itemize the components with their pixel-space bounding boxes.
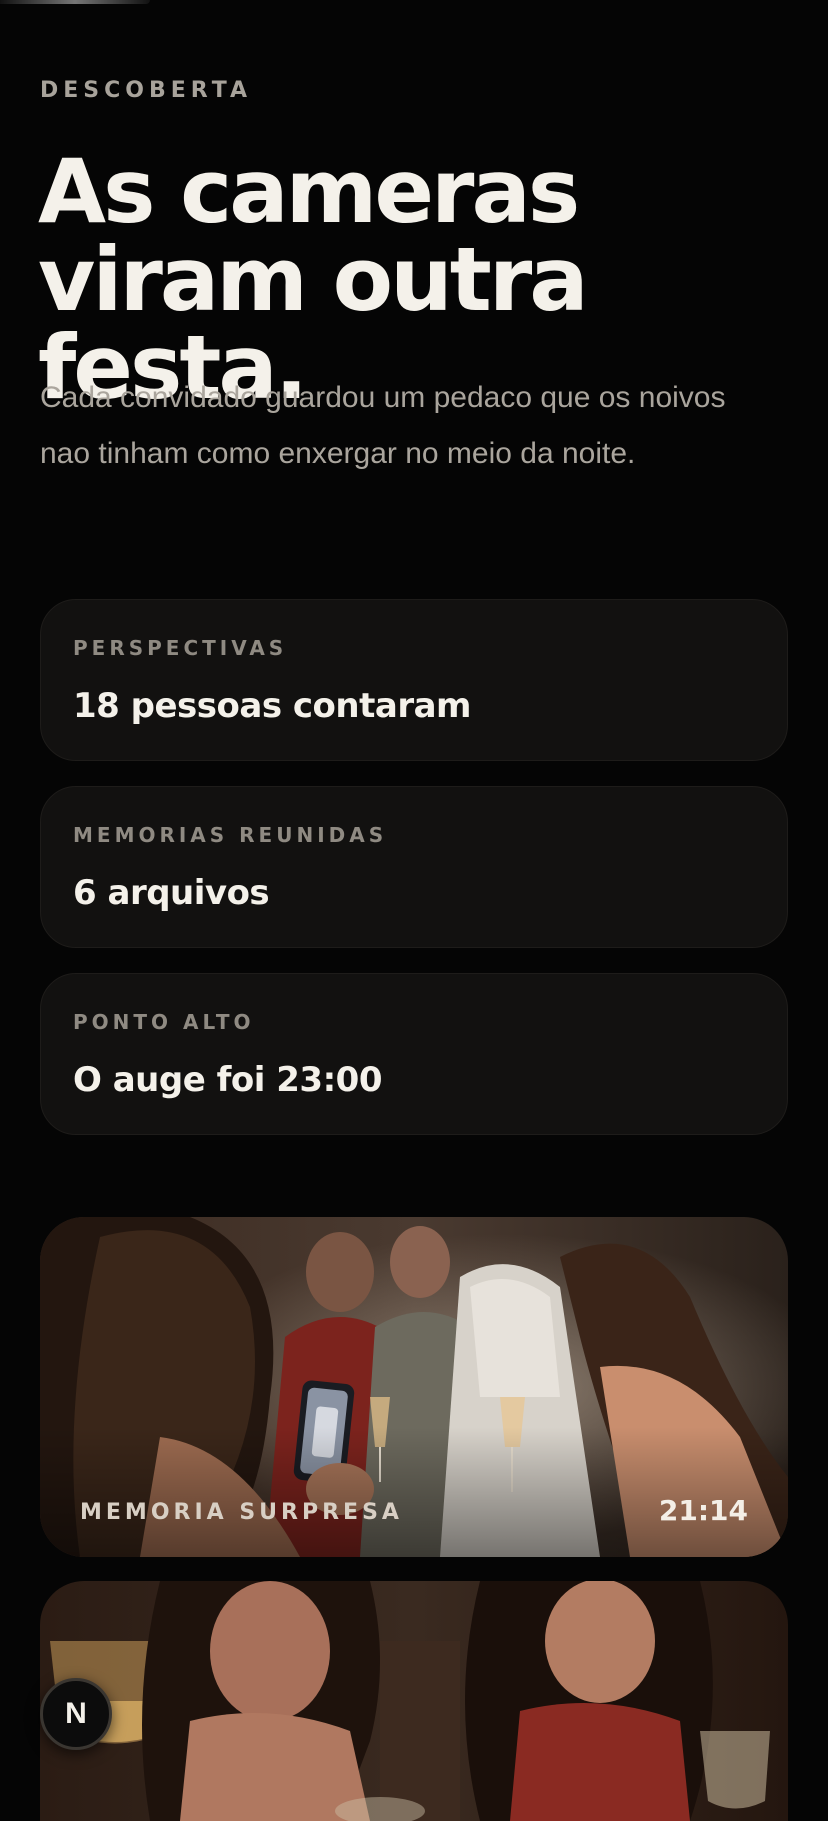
stat-value: 6 arquivos <box>73 873 270 913</box>
memory-time: 21:14 <box>658 1494 748 1527</box>
stat-label: PERSPECTIVAS <box>73 636 288 660</box>
top-progress-indicator <box>0 0 150 4</box>
stat-value: O auge foi 23:00 <box>73 1060 383 1100</box>
stat-label: PONTO ALTO <box>73 1010 255 1034</box>
memory-shade <box>40 1427 788 1557</box>
nav-logo-letter: N <box>65 1697 87 1730</box>
page-subtitle: Cada convidado guardou um pedaco que os … <box>40 381 726 470</box>
section-eyebrow: DESCOBERTA <box>40 78 253 103</box>
stat-card-peak: PONTO ALTO O auge foi 23:00 <box>40 973 788 1135</box>
stat-card-perspectives: PERSPECTIVAS 18 pessoas contaram <box>40 599 788 761</box>
stat-card-memories: MEMORIAS REUNIDAS 6 arquivos <box>40 786 788 948</box>
stat-value: 18 pessoas contaram <box>73 686 471 726</box>
stat-label: MEMORIAS REUNIDAS <box>73 823 388 847</box>
memory-photo <box>40 1581 788 1821</box>
app-nav-button[interactable]: N <box>40 1678 112 1750</box>
memory-card-second[interactable] <box>40 1581 788 1821</box>
memory-card-surprise[interactable]: MEMORIA SURPRESA 21:14 <box>40 1217 788 1557</box>
memory-label: MEMORIA SURPRESA <box>80 1500 403 1525</box>
